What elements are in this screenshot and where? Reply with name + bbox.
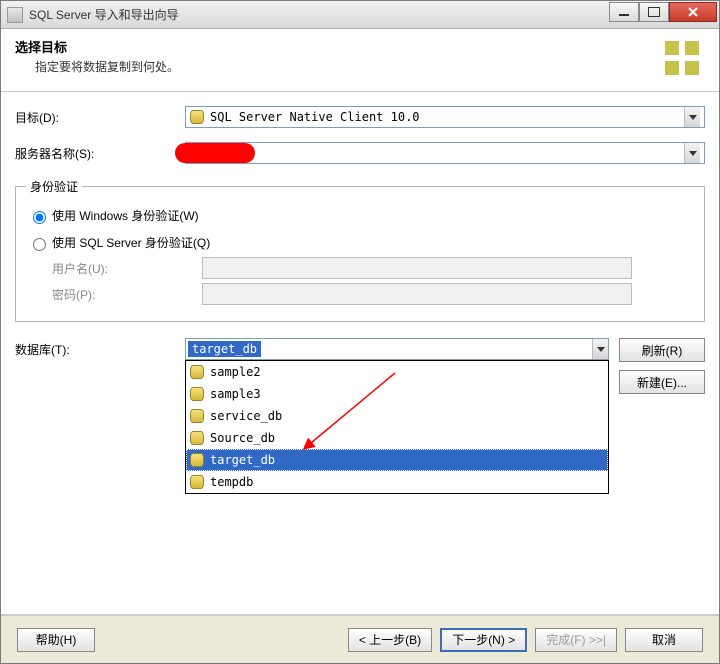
label-destination: 目标(D):: [15, 109, 185, 126]
database-selected-value: target_db: [188, 341, 261, 357]
username-input: [202, 257, 632, 279]
database-combo[interactable]: target_db: [185, 338, 609, 360]
next-button[interactable]: 下一步(N) >: [440, 628, 527, 652]
minimize-button[interactable]: [609, 2, 639, 22]
wizard-icon: [661, 37, 705, 81]
db-option[interactable]: sample3: [186, 383, 608, 405]
database-icon: [190, 365, 204, 379]
wizard-footer: 帮助(H) < 上一步(B) 下一步(N) > 完成(F) >>| 取消: [1, 615, 719, 663]
db-option-label: tempdb: [210, 475, 253, 489]
auth-sql-option[interactable]: 使用 SQL Server 身份验证(Q): [28, 234, 694, 251]
page-title: 选择目标: [15, 37, 651, 56]
db-option-label: Source_db: [210, 431, 275, 445]
wizard-header: 选择目标 指定要将数据复制到何处。: [1, 29, 719, 92]
auth-legend: 身份验证: [26, 178, 82, 195]
content-area: 选择目标 指定要将数据复制到何处。 目标(D): SQL Server Nati…: [1, 29, 719, 615]
db-option-selected[interactable]: target_db: [186, 449, 608, 471]
app-icon: [7, 7, 23, 23]
database-combo-wrap: target_db sample2 sample3 service_db Sou…: [185, 338, 609, 360]
row-password: 密码(P):: [52, 283, 694, 305]
auth-windows-radio[interactable]: [33, 211, 46, 224]
finish-button: 完成(F) >>|: [535, 628, 617, 652]
database-dropdown-list[interactable]: sample2 sample3 service_db Source_db tar…: [185, 360, 609, 494]
db-option[interactable]: Source_db: [186, 427, 608, 449]
db-option[interactable]: sample2: [186, 361, 608, 383]
auth-sql-radio[interactable]: [33, 238, 46, 251]
label-database: 数据库(T):: [15, 338, 185, 358]
chevron-down-icon[interactable]: [592, 339, 608, 359]
database-icon: [190, 110, 204, 124]
auth-windows-option[interactable]: 使用 Windows 身份验证(W): [28, 207, 694, 224]
window-buttons: [609, 2, 717, 24]
row-server: 服务器名称(S):: [15, 142, 705, 164]
back-button[interactable]: < 上一步(B): [348, 628, 432, 652]
redacted-annotation: [175, 143, 255, 163]
destination-value: SQL Server Native Client 10.0: [210, 110, 684, 124]
row-database: 数据库(T): target_db sample2 sample3 servic…: [15, 338, 705, 394]
row-username: 用户名(U):: [52, 257, 694, 279]
database-icon: [190, 387, 204, 401]
db-option[interactable]: tempdb: [186, 471, 608, 493]
wizard-window: SQL Server 导入和导出向导 选择目标 指定要将数据复制到何处。: [0, 0, 720, 664]
database-side-buttons: 刷新(R) 新建(E)...: [619, 338, 705, 394]
destination-combo[interactable]: SQL Server Native Client 10.0: [185, 106, 705, 128]
window-title: SQL Server 导入和导出向导: [29, 6, 609, 23]
database-icon: [190, 475, 204, 489]
database-icon: [190, 431, 204, 445]
db-option[interactable]: service_db: [186, 405, 608, 427]
auth-fieldset: 身份验证 使用 Windows 身份验证(W) 使用 SQL Server 身份…: [15, 178, 705, 322]
close-button[interactable]: [669, 2, 717, 22]
label-password: 密码(P):: [52, 286, 202, 303]
db-option-label: target_db: [210, 453, 275, 467]
db-option-label: service_db: [210, 409, 282, 423]
chevron-down-icon[interactable]: [684, 107, 700, 127]
auth-windows-label: 使用 Windows 身份验证(W): [52, 207, 199, 224]
password-input: [202, 283, 632, 305]
new-button[interactable]: 新建(E)...: [619, 370, 705, 394]
row-destination: 目标(D): SQL Server Native Client 10.0: [15, 106, 705, 128]
db-option-label: sample3: [210, 387, 261, 401]
database-icon: [190, 453, 204, 467]
auth-sql-label: 使用 SQL Server 身份验证(Q): [52, 234, 210, 251]
chevron-down-icon[interactable]: [684, 143, 700, 163]
help-button[interactable]: 帮助(H): [17, 628, 95, 652]
titlebar: SQL Server 导入和导出向导: [1, 1, 719, 29]
db-option-label: sample2: [210, 365, 261, 379]
page-subtitle: 指定要将数据复制到何处。: [35, 58, 651, 75]
database-icon: [190, 409, 204, 423]
label-username: 用户名(U):: [52, 260, 202, 277]
label-server: 服务器名称(S):: [15, 145, 185, 162]
form-body: 目标(D): SQL Server Native Client 10.0 服务器…: [1, 92, 719, 614]
cancel-button[interactable]: 取消: [625, 628, 703, 652]
refresh-button[interactable]: 刷新(R): [619, 338, 705, 362]
server-combo[interactable]: [185, 142, 705, 164]
maximize-button[interactable]: [639, 2, 669, 22]
